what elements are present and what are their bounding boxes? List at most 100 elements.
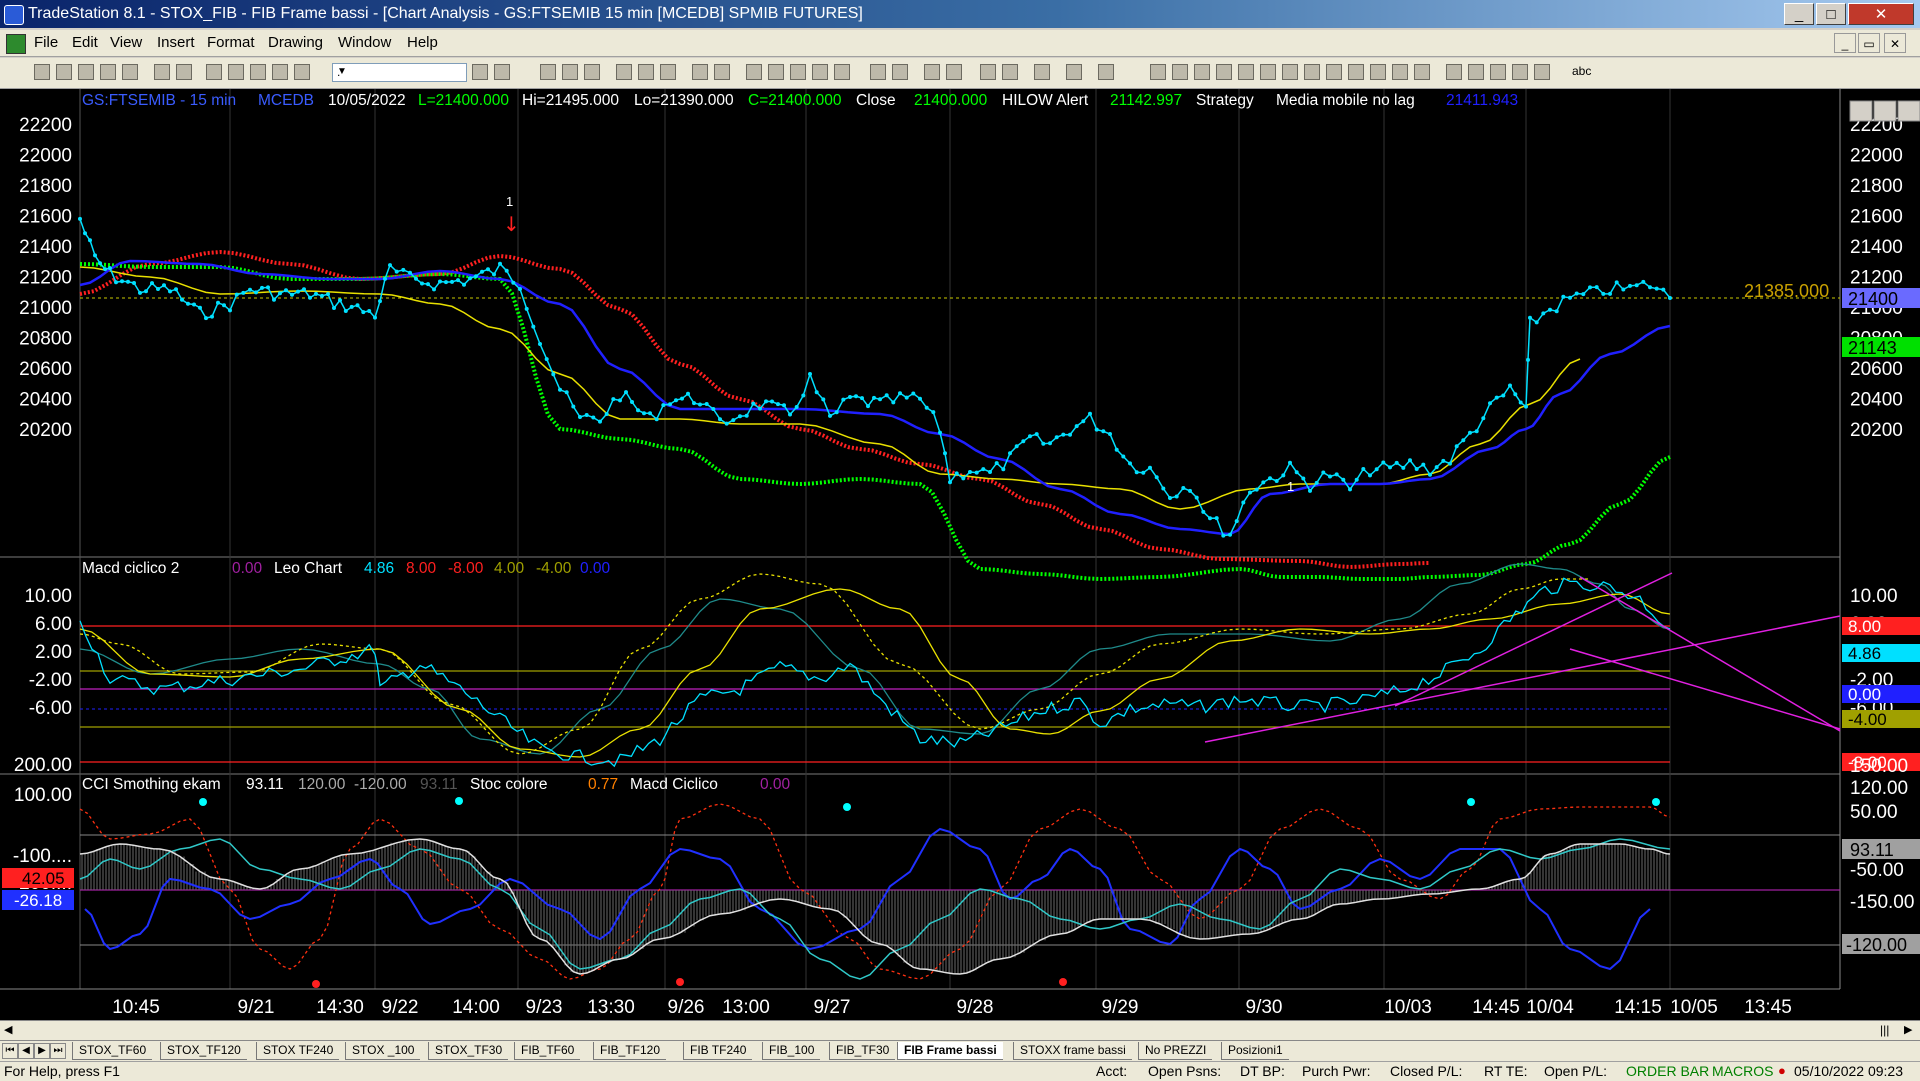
globe-icon[interactable] [294,64,310,80]
subchart-restore-button[interactable] [1873,100,1897,122]
tab-stox-tf120[interactable]: STOX_TF120 [160,1042,247,1060]
tab-fib-tf30[interactable]: FIB_TF30 [829,1042,896,1060]
cursor-data-icon[interactable] [1002,64,1018,80]
bar-chart-icon[interactable] [540,64,556,80]
tab-next-icon[interactable]: ▶ [34,1043,50,1059]
gauge-icon[interactable] [1066,64,1082,80]
chart-analysis-window[interactable]: 1 ↓ 1 GS:FTSEMIB - 15 min MCEDB 10/05/20… [0,89,1920,1020]
scroll-right-arrow-icon[interactable]: ▶ [1904,1023,1912,1036]
rectangle-icon[interactable] [1534,64,1550,80]
status-order-bar[interactable]: ORDER BAR [1626,1063,1709,1079]
ellipse-icon[interactable] [1512,64,1528,80]
compress-icon[interactable] [812,64,828,80]
tab-fib-tf120[interactable]: FIB_TF120 [593,1042,667,1060]
settings-icon[interactable] [714,64,730,80]
mdi-close-button[interactable]: ✕ [1884,33,1906,53]
trendline-icon[interactable] [1150,64,1166,80]
fib-time-icon[interactable] [1282,64,1298,80]
tab-fib-100[interactable]: FIB_100 [762,1042,821,1060]
subchart-minimize-button[interactable] [1849,100,1873,122]
menu-view[interactable]: View [110,34,142,51]
line-chart-icon[interactable] [562,64,578,80]
tab-no-prezzi[interactable]: No PREZZI [1138,1042,1213,1060]
print-icon[interactable] [154,64,170,80]
vertical-line-icon[interactable] [1172,64,1188,80]
channel-icon[interactable] [1216,64,1232,80]
green-chart-icon[interactable] [790,64,806,80]
symbol-dropdown[interactable]: . ▼ [332,63,467,82]
horizontal-scrollbar[interactable]: ◀ ||| ▶ [0,1020,1920,1041]
chart-doc-icon[interactable] [6,34,26,54]
tab-fib-frame-bassi[interactable]: FIB Frame bassi [897,1042,1003,1060]
paste-icon[interactable] [122,64,138,80]
curve-icon[interactable] [1446,64,1462,80]
tab-fib-tf240[interactable]: FIB TF240 [683,1042,753,1060]
format-icon[interactable] [692,64,708,80]
indicator-icon[interactable] [616,64,632,80]
regression-icon[interactable] [1238,64,1254,80]
close-button[interactable]: ✕ [1848,3,1914,25]
open-icon[interactable] [56,64,72,80]
zoom-out-icon[interactable] [946,64,962,80]
subchart-close-button[interactable] [1897,100,1920,122]
menu-help[interactable]: Help [407,34,438,51]
menu-drawing[interactable]: Drawing [268,34,323,51]
minimize-button[interactable]: _ [1784,3,1814,25]
help-icon[interactable] [1098,64,1114,80]
refresh-icon[interactable] [660,64,676,80]
window-icon[interactable] [206,64,222,80]
arrow-down-icon[interactable] [1468,64,1484,80]
maximize-button[interactable]: □ [1816,3,1846,25]
menu-window[interactable]: Window [338,34,391,51]
tab-stox-tf30[interactable]: STOX_TF30 [428,1042,509,1060]
horizontal-line-icon[interactable] [1194,64,1210,80]
tab-stox-tf240[interactable]: STOX TF240 [256,1042,340,1060]
candle-icon[interactable] [584,64,600,80]
tools-icon[interactable] [1034,64,1050,80]
scroll-left-icon[interactable] [870,64,886,80]
tab-posizioni1[interactable]: Posizioni1 [1221,1042,1289,1060]
radar-icon[interactable] [768,64,784,80]
tab-prev-icon[interactable]: ◀ [18,1043,34,1059]
arc-icon[interactable] [1392,64,1408,80]
analysis-icon[interactable] [272,64,288,80]
lock-icon[interactable] [250,64,266,80]
mdi-minimize-button[interactable]: _ [1834,33,1856,53]
print-preview-icon[interactable] [176,64,192,80]
strategy-icon[interactable] [638,64,654,80]
window-title: TradeStation 8.1 - STOX_FIB - FIB Frame … [28,5,863,22]
arrow-up-icon[interactable] [1490,64,1506,80]
save-icon[interactable] [78,64,94,80]
speed-lines-icon[interactable] [1370,64,1386,80]
scroll-thumb-icon[interactable]: ||| [1880,1023,1889,1037]
scroll-left-arrow-icon[interactable]: ◀ [4,1023,12,1036]
pointer-icon[interactable] [980,64,996,80]
tab-first-icon[interactable]: ⏮ [2,1043,18,1059]
andrews-pitchfork-icon[interactable] [1326,64,1342,80]
scroll-right-icon[interactable] [892,64,908,80]
play-icon[interactable] [472,64,488,80]
mdi-restore-button[interactable]: ▭ [1858,33,1880,53]
menu-format[interactable]: Format [207,34,255,51]
fib-fan-icon[interactable] [1304,64,1320,80]
copy-icon[interactable] [100,64,116,80]
tab-fib-tf60[interactable]: FIB_TF60 [514,1042,581,1060]
find-icon[interactable] [494,64,510,80]
menu-edit[interactable]: Edit [72,34,98,51]
menu-insert[interactable]: Insert [157,34,195,51]
fib-retracement-icon[interactable] [1260,64,1276,80]
text-tool-label[interactable]: abc [1572,64,1591,78]
zoom-in-icon[interactable] [924,64,940,80]
layout-icon[interactable] [228,64,244,80]
tab-stoxx-frame-bassi[interactable]: STOXX frame bassi [1013,1042,1132,1060]
gann-icon[interactable] [1348,64,1364,80]
menu-file[interactable]: File [34,34,58,51]
tab-stox-100[interactable]: STOX _100 [345,1042,421,1060]
new-icon[interactable] [34,64,50,80]
freehand-icon[interactable] [1414,64,1430,80]
status-macros[interactable]: MACROS [1712,1063,1773,1079]
alert-icon[interactable] [746,64,762,80]
expand-icon[interactable] [834,64,850,80]
tab-stox-tf60[interactable]: STOX_TF60 [72,1042,153,1060]
tab-last-icon[interactable]: ⏭ [50,1043,66,1059]
